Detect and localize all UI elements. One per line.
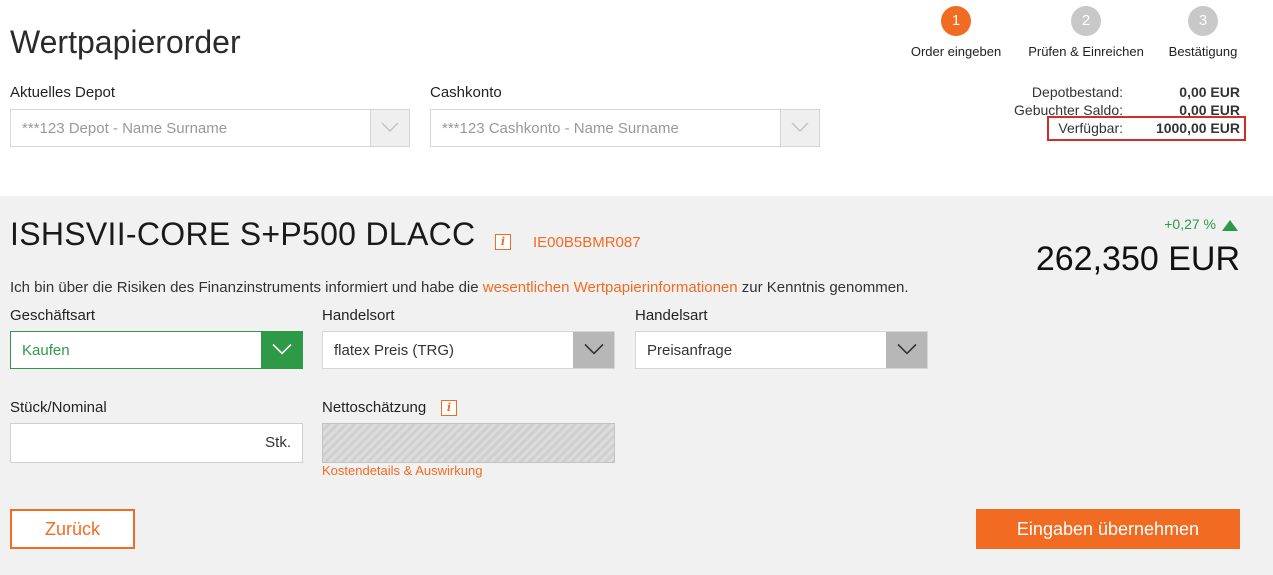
- step-bestaetigung: 3 Bestätigung: [1133, 6, 1273, 59]
- chevron-down-icon: [791, 122, 809, 132]
- step-order-eingeben: 1 Order eingeben: [886, 6, 1026, 59]
- info-icon[interactable]: i: [441, 400, 457, 416]
- step-number: 3: [1188, 6, 1218, 36]
- handelsort-label: Handelsort: [322, 307, 395, 324]
- chevron-down-icon: [272, 343, 292, 355]
- instrument-isin: IE00B5BMR087: [533, 234, 641, 251]
- step-label: Bestätigung: [1168, 44, 1238, 59]
- geschaeftsart-value: Kaufen: [22, 342, 70, 359]
- cashkonto-label: Cashkonto: [430, 84, 502, 101]
- handelsart-label: Handelsart: [635, 307, 708, 324]
- page-title: Wertpapierorder: [10, 24, 241, 60]
- step-label: Order eingeben: [910, 44, 1002, 59]
- geschaeftsart-dropdown-toggle[interactable]: [261, 332, 302, 368]
- back-button[interactable]: Zurück: [10, 509, 135, 549]
- depot-select[interactable]: ***123 Depot - Name Surname: [10, 109, 410, 147]
- disclaimer-text: Ich bin über die Risiken des Finanzinstr…: [10, 279, 483, 296]
- quantity-unit: Stk.: [265, 434, 291, 451]
- geschaeftsart-label: Geschäftsart: [10, 307, 96, 324]
- chevron-down-icon: [381, 122, 399, 132]
- handelsart-select[interactable]: Preisanfrage: [635, 331, 928, 369]
- depot-select-value: ***123 Depot - Name Surname: [22, 120, 228, 137]
- instrument-name: ISHSVII-CORE S+P500 DLACC: [10, 216, 476, 252]
- instrument-price: 262,350 EUR: [1035, 240, 1240, 278]
- netto-estimate-field: [322, 423, 615, 463]
- balance-label: Depotbestand:: [1031, 84, 1123, 100]
- info-icon[interactable]: i: [495, 234, 511, 250]
- depot-dropdown-toggle[interactable]: [370, 110, 409, 146]
- handelsort-value: flatex Preis (TRG): [334, 342, 455, 359]
- stueck-label: Stück/Nominal: [10, 399, 107, 416]
- handelsort-dropdown-toggle[interactable]: [573, 332, 614, 368]
- cashkonto-select[interactable]: ***123 Cashkonto - Name Surname: [430, 109, 820, 147]
- quantity-input[interactable]: Stk.: [10, 423, 303, 463]
- highlight-box: [1047, 116, 1246, 141]
- chevron-down-icon: [584, 343, 604, 355]
- submit-button[interactable]: Eingaben übernehmen: [976, 509, 1240, 549]
- handelsort-select[interactable]: flatex Preis (TRG): [322, 331, 615, 369]
- handelsart-dropdown-toggle[interactable]: [886, 332, 927, 368]
- risk-disclaimer: Ich bin über die Risiken des Finanzinstr…: [10, 279, 909, 296]
- netto-label: Nettoschätzung: [322, 399, 427, 416]
- cost-details-link[interactable]: Kostendetails & Auswirkung: [322, 463, 482, 478]
- balance-value: 0,00 EUR: [1179, 84, 1240, 100]
- disclaimer-text-end: zur Kenntnis genommen.: [737, 279, 909, 296]
- geschaeftsart-select[interactable]: Kaufen: [10, 331, 303, 369]
- depot-label: Aktuelles Depot: [10, 84, 116, 101]
- step-number: 2: [1071, 6, 1101, 36]
- cashkonto-dropdown-toggle[interactable]: [780, 110, 819, 146]
- handelsart-value: Preisanfrage: [647, 342, 733, 359]
- triangle-up-icon: [1222, 220, 1238, 231]
- step-number: 1: [941, 6, 971, 36]
- chevron-down-icon: [897, 343, 917, 355]
- wertpapierinformationen-link[interactable]: wesentlichen Wertpapierinformationen: [483, 279, 738, 296]
- cashkonto-select-value: ***123 Cashkonto - Name Surname: [442, 120, 679, 137]
- price-change: +0,27 %: [1164, 216, 1216, 232]
